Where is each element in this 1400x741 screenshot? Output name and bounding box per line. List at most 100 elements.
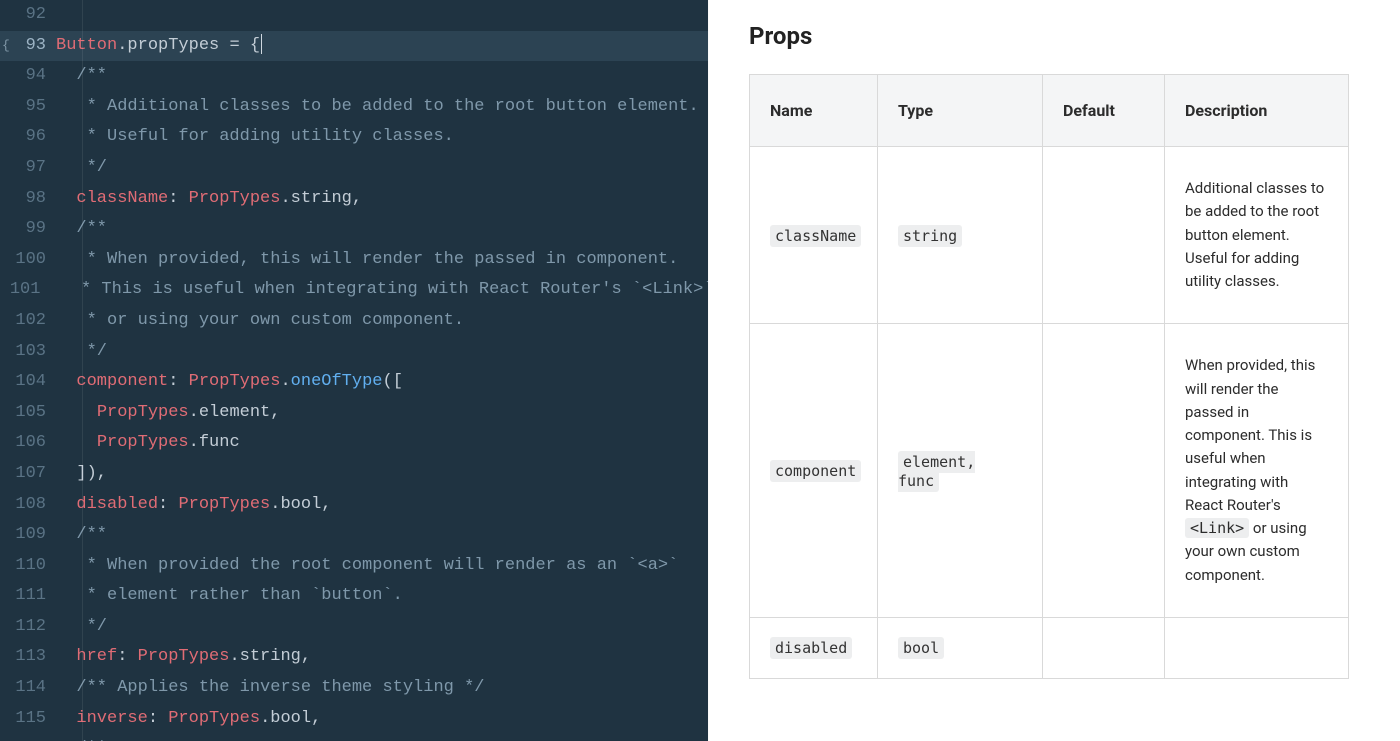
fold-gutter[interactable] [0, 428, 12, 459]
code-line[interactable]: {93Button.propTypes = { [0, 31, 708, 62]
code-content[interactable]: component: PropTypes.oneOfType([ [56, 367, 403, 398]
code-line[interactable]: 107 ]), [0, 459, 708, 490]
code-line[interactable]: 94 /** [0, 61, 708, 92]
fold-gutter[interactable] [0, 612, 12, 643]
code-content[interactable]: disabled: PropTypes.bool, [56, 490, 331, 521]
code-line[interactable]: 98 className: PropTypes.string, [0, 184, 708, 215]
fold-gutter[interactable] [0, 642, 12, 673]
code-editor[interactable]: 92{93Button.propTypes = { 94 /** 95 * Ad… [0, 0, 708, 741]
fold-gutter[interactable] [0, 245, 12, 276]
code-content[interactable]: * When provided, this will render the pa… [56, 245, 678, 276]
th-name: Name [750, 75, 878, 147]
code-line[interactable]: 113 href: PropTypes.string, [0, 642, 708, 673]
fold-gutter[interactable] [0, 92, 12, 123]
code-line[interactable]: 115 inverse: PropTypes.bool, [0, 704, 708, 735]
fold-gutter[interactable] [0, 704, 12, 735]
code-line[interactable]: 106 PropTypes.func [0, 428, 708, 459]
fold-gutter[interactable] [0, 337, 12, 368]
fold-gutter[interactable] [0, 520, 12, 551]
fold-gutter[interactable] [0, 214, 12, 245]
code-token: : [168, 189, 188, 208]
code-line[interactable]: 102 * or using your own custom component… [0, 306, 708, 337]
line-number: 92 [12, 0, 56, 31]
fold-gutter[interactable] [0, 581, 12, 612]
code-token: : [168, 372, 188, 391]
code-line[interactable]: 108 disabled: PropTypes.bool, [0, 490, 708, 521]
fold-gutter[interactable] [0, 551, 12, 582]
code-line[interactable]: 105 PropTypes.element, [0, 398, 708, 429]
fold-gutter[interactable] [0, 398, 12, 429]
code-line[interactable]: 97 */ [0, 153, 708, 184]
code-content[interactable]: * element rather than `button`. [56, 581, 403, 612]
code-line[interactable]: 116 /** [0, 734, 708, 741]
code-token: string [291, 189, 352, 208]
code-content[interactable]: PropTypes.element, [56, 398, 280, 429]
code-token: . [189, 403, 199, 422]
code-token: * element rather than `button`. [56, 586, 403, 605]
line-number: 100 [12, 245, 56, 276]
code-token: PropTypes [97, 403, 189, 422]
fold-gutter[interactable] [0, 734, 12, 741]
code-line[interactable]: 109 /** [0, 520, 708, 551]
fold-gutter[interactable] [0, 61, 12, 92]
code-content[interactable]: Button.propTypes = { [56, 31, 262, 62]
code-content[interactable]: * When provided the root component will … [56, 551, 678, 582]
fold-gutter[interactable] [0, 673, 12, 704]
inline-code: <Link> [1185, 518, 1249, 538]
prop-type: string [898, 225, 962, 247]
code-token [56, 464, 76, 483]
code-token: Button [56, 36, 117, 55]
code-content[interactable]: * or using your own custom component. [56, 306, 464, 337]
code-line[interactable]: 104 component: PropTypes.oneOfType([ [0, 367, 708, 398]
line-number: 114 [12, 673, 56, 704]
fold-gutter[interactable] [0, 153, 12, 184]
table-row: classNamestringAdditional classes to be … [750, 147, 1349, 324]
code-token [56, 525, 76, 544]
code-token [56, 495, 76, 514]
fold-gutter[interactable] [0, 184, 12, 215]
code-line[interactable]: 112 */ [0, 612, 708, 643]
prop-default-cell [1043, 324, 1165, 618]
code-token: , [270, 403, 280, 422]
code-token: = [219, 36, 250, 55]
fold-gutter[interactable] [0, 0, 12, 31]
fold-gutter[interactable]: { [0, 31, 12, 62]
code-line[interactable]: 95 * Additional classes to be added to t… [0, 92, 708, 123]
code-line[interactable]: 111 * element rather than `button`. [0, 581, 708, 612]
fold-gutter[interactable] [0, 490, 12, 521]
code-token [56, 678, 76, 697]
code-token [56, 709, 76, 728]
code-line[interactable]: 114 /** Applies the inverse theme stylin… [0, 673, 708, 704]
line-number: 99 [12, 214, 56, 245]
code-content[interactable]: * Additional classes to be added to the … [56, 92, 699, 123]
code-content[interactable]: href: PropTypes.string, [56, 642, 311, 673]
code-token [56, 66, 76, 85]
code-line[interactable]: 103 */ [0, 337, 708, 368]
code-line[interactable]: 101 * This is useful when integrating wi… [0, 275, 708, 306]
code-token: disabled [76, 495, 158, 514]
code-line[interactable]: 100 * When provided, this will render th… [0, 245, 708, 276]
code-content[interactable]: * Useful for adding utility classes. [56, 122, 454, 153]
code-content[interactable]: /** Applies the inverse theme styling */ [56, 673, 484, 704]
code-line[interactable]: 92 [0, 0, 708, 31]
code-line[interactable]: 96 * Useful for adding utility classes. [0, 122, 708, 153]
code-content[interactable]: inverse: PropTypes.bool, [56, 704, 321, 735]
code-line[interactable]: 110 * When provided the root component w… [0, 551, 708, 582]
code-token: inverse [76, 709, 147, 728]
prop-name: disabled [770, 637, 852, 659]
fold-gutter[interactable] [0, 367, 12, 398]
fold-gutter[interactable] [0, 306, 12, 337]
fold-gutter[interactable] [0, 122, 12, 153]
code-line[interactable]: 99 /** [0, 214, 708, 245]
code-content[interactable]: * This is useful when integrating with R… [50, 275, 708, 306]
code-token: ]), [76, 464, 107, 483]
docs-panel: Props Name Type Default Description clas… [708, 0, 1400, 741]
fold-gutter[interactable] [0, 275, 10, 306]
code-content[interactable]: PropTypes.func [56, 428, 240, 459]
code-token: * When provided the root component will … [56, 556, 678, 575]
line-number: 105 [12, 398, 56, 429]
props-table: Name Type Default Description classNames… [749, 74, 1349, 679]
code-content[interactable]: className: PropTypes.string, [56, 184, 362, 215]
line-number: 111 [12, 581, 56, 612]
fold-gutter[interactable] [0, 459, 12, 490]
